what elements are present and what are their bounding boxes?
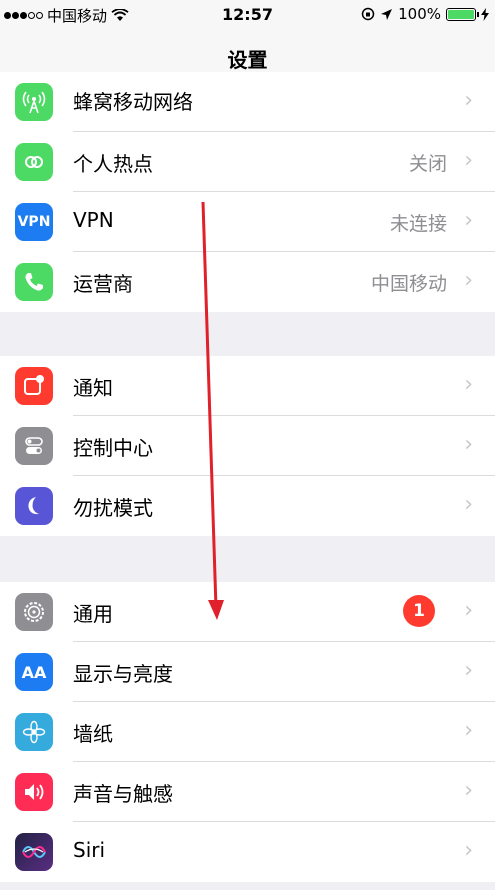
charging-icon [481, 7, 489, 21]
settings-row-label: 声音与触感 [73, 782, 173, 806]
chevron-right-icon: › [464, 598, 473, 623]
settings-row-sounds[interactable]: 声音与触感 › [0, 762, 495, 822]
settings-row-cellular[interactable]: 蜂窝移动网络 › [0, 72, 495, 132]
settings-row-control-center[interactable]: 控制中心 › [0, 416, 495, 476]
antenna-icon [15, 83, 53, 121]
notification-icon [15, 367, 53, 405]
general-group: 通用 1 › AA 显示与亮度 › 墙纸 › 声音与触感 › Siri › [0, 582, 495, 882]
wallpaper-icon [15, 713, 53, 751]
location-icon [381, 8, 393, 20]
settings-row-notifications[interactable]: 通知 › [0, 356, 495, 416]
chevron-right-icon: › [464, 838, 473, 863]
vpn-icon: VPN [15, 203, 53, 241]
settings-row-value: 中国移动 [370, 273, 447, 295]
chevron-right-icon: › [464, 718, 473, 743]
notifications-group: 通知 › 控制中心 › 勿扰模式 › [0, 356, 495, 536]
settings-row-label: 通知 [73, 376, 113, 400]
chevron-right-icon: › [464, 658, 473, 683]
siri-icon [15, 833, 53, 871]
settings-row-hotspot[interactable]: 个人热点 关闭 › [0, 132, 495, 192]
settings-row-label: 蜂窝移动网络 [73, 90, 193, 114]
settings-screen: 中国移动 12:57 100% 设置 蜂窝移动网络 › 个人热点 关闭 › VP… [0, 0, 495, 890]
chevron-right-icon: › [464, 208, 473, 233]
page-title: 设置 [227, 48, 268, 72]
settings-row-carrier[interactable]: 运营商 中国移动 › [0, 252, 495, 312]
settings-row-value: 未连接 [389, 213, 447, 235]
settings-row-label: 勿扰模式 [73, 496, 153, 520]
chevron-right-icon: › [464, 432, 473, 457]
display-icon: AA [15, 653, 53, 691]
settings-row-vpn[interactable]: VPN VPN 未连接 › [0, 192, 495, 252]
settings-row-wallpaper[interactable]: 墙纸 › [0, 702, 495, 762]
control-center-icon [15, 427, 53, 465]
moon-icon [15, 487, 53, 525]
chevron-right-icon: › [464, 778, 473, 803]
chevron-right-icon: › [464, 148, 473, 173]
hotspot-icon [15, 143, 53, 181]
chevron-right-icon: › [464, 372, 473, 397]
settings-row-siri[interactable]: Siri › [0, 822, 495, 882]
gear-icon [15, 593, 53, 631]
settings-row-label: 墙纸 [73, 722, 113, 746]
vpn-icon-text: VPN [17, 214, 51, 230]
settings-row-label: 通用 [73, 602, 113, 626]
settings-row-label: 个人热点 [73, 152, 153, 176]
battery-icon [446, 7, 479, 21]
settings-row-label: 运营商 [73, 272, 133, 296]
chevron-right-icon: › [464, 268, 473, 293]
settings-row-label: VPN [73, 208, 114, 232]
display-icon-text: AA [21, 662, 47, 682]
phone-icon [15, 263, 53, 301]
settings-row-label: 控制中心 [73, 436, 153, 460]
network-group: 蜂窝移动网络 › 个人热点 关闭 › VPN VPN 未连接 › 运营商 中国移… [0, 72, 495, 312]
settings-row-general[interactable]: 通用 1 › [0, 582, 495, 642]
sound-icon [15, 773, 53, 811]
battery-percent: 100% [398, 5, 441, 23]
chevron-right-icon: › [464, 492, 473, 517]
status-right: 100% [361, 5, 489, 23]
settings-row-do-not-disturb[interactable]: 勿扰模式 › [0, 476, 495, 536]
settings-row-value: 关闭 [408, 153, 447, 175]
status-bar: 中国移动 12:57 100% [0, 0, 495, 30]
orientation-lock-icon [361, 7, 375, 21]
settings-row-label: Siri [73, 838, 106, 862]
settings-row-display[interactable]: AA 显示与亮度 › [0, 642, 495, 702]
chevron-right-icon: › [464, 88, 473, 113]
update-badge: 1 [403, 595, 435, 627]
settings-row-label: 显示与亮度 [73, 662, 173, 686]
